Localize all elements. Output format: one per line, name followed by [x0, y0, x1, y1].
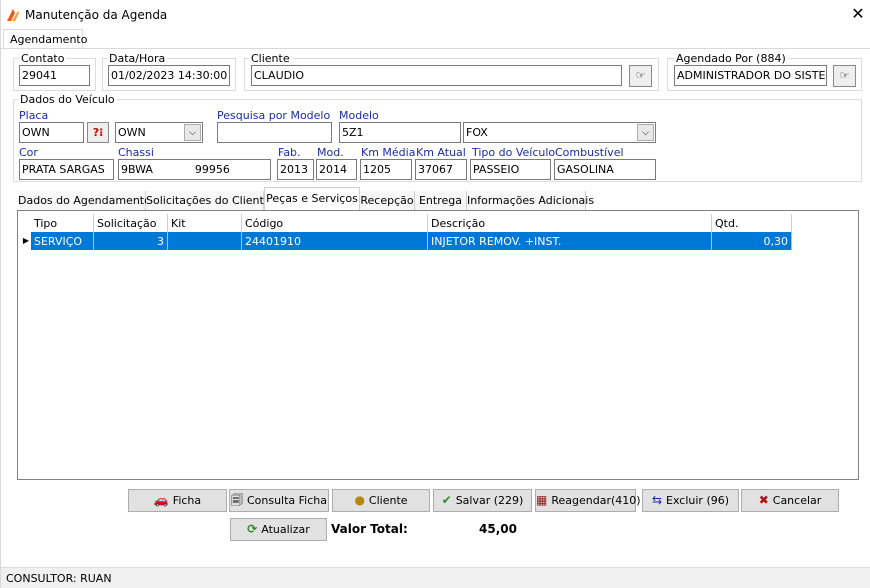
modelo-combo-value: FOX — [466, 126, 488, 139]
pointer-hand-icon: ☞ — [635, 69, 646, 82]
refresh-icon: ⟳ — [247, 522, 258, 536]
combustivel-label: Combustível — [555, 146, 624, 159]
fab-field[interactable]: 2013 — [277, 159, 314, 180]
placa-field[interactable]: OWN — [19, 122, 84, 143]
tab-divider — [1, 48, 870, 49]
mod-label: Mod. — [317, 146, 344, 159]
ficha-button[interactable]: 🚗 Ficha — [128, 489, 227, 512]
col-header-tipo[interactable]: Tipo — [31, 214, 94, 232]
tab-recepcao[interactable]: Recepção — [360, 191, 415, 210]
km-atual-field[interactable]: 37067 — [415, 159, 467, 180]
atualizar-button[interactable]: ⟳ Atualizar — [230, 518, 327, 541]
modelo-code-field[interactable]: 5Z1 — [339, 122, 461, 143]
chevron-down-icon[interactable]: ⌵ — [637, 124, 654, 141]
pesquisa-modelo-label: Pesquisa por Modelo — [217, 109, 331, 122]
cliente-search-button[interactable]: ☞ — [629, 65, 652, 87]
col-header-solicitacao[interactable]: Solicitação — [94, 214, 168, 232]
km-media-label: Km Média — [361, 146, 416, 159]
table-row[interactable]: ▶ SERVIÇO 3 24401910 INJETOR REMOV. +INS… — [21, 232, 792, 250]
cliente-button-label: Cliente — [368, 494, 408, 507]
cell-solicitacao[interactable]: 3 — [94, 232, 168, 250]
tipo-veiculo-label: Tipo do Veículo — [472, 146, 556, 159]
km-atual-label: Km Atual — [416, 146, 466, 159]
cliente-button[interactable]: ● Cliente — [332, 489, 430, 512]
tab-dados-agendamento[interactable]: Dados do Agendamento — [18, 191, 151, 210]
salvar-button[interactable]: ✔ Salvar (229) — [433, 489, 532, 512]
valor-total-label: Valor Total: — [331, 522, 408, 536]
km-media-field[interactable]: 1205 — [360, 159, 412, 180]
pointer-hand-icon: ☞ — [839, 69, 850, 82]
cor-field[interactable]: PRATA SARGAS — [19, 159, 114, 180]
ficha-button-label: Ficha — [172, 494, 202, 507]
chevron-down-icon[interactable]: ⌵ — [184, 124, 201, 141]
cancelar-button[interactable]: ✖ Cancelar — [741, 489, 839, 512]
papers-icon: 🗐 — [230, 493, 243, 507]
reagendar-button[interactable]: ▦ Reagendar(410) — [535, 489, 641, 512]
cancelar-button-label: Cancelar — [772, 494, 822, 507]
tab-entrega[interactable]: Entrega — [415, 191, 467, 210]
checkmark-icon: ✔ — [441, 493, 452, 507]
cell-tipo[interactable]: SERVIÇO — [31, 232, 94, 250]
close-icon[interactable]: ✕ — [849, 5, 867, 23]
person-icon: ● — [354, 493, 365, 507]
atualizar-button-label: Atualizar — [261, 523, 310, 536]
question-help-icon: ?⁝ — [92, 126, 104, 139]
calendar-icon: ▦ — [536, 493, 548, 507]
row-indicator-icon: ▶ — [21, 232, 31, 250]
salvar-button-label: Salvar (229) — [455, 494, 524, 507]
close-x-icon: ✖ — [758, 493, 769, 507]
placa-combo-value: OWN — [118, 126, 146, 139]
datahora-field[interactable]: 01/02/2023 14:30:00 — [108, 65, 230, 86]
placa-label: Placa — [19, 109, 49, 122]
tab-informacoes-adicionais[interactable]: Informações Adicionais — [467, 191, 594, 210]
excluir-button-label: Excluir (96) — [666, 494, 730, 507]
cell-codigo[interactable]: 24401910 — [242, 232, 428, 250]
modelo-label: Modelo — [339, 109, 379, 122]
title-bar: Manutenção da Agenda ✕ — [1, 0, 870, 30]
col-header-qtd[interactable]: Qtd. — [712, 214, 792, 232]
agendado-search-button[interactable]: ☞ — [833, 65, 856, 87]
col-header-kit[interactable]: Kit — [168, 214, 242, 232]
pesquisa-modelo-field[interactable] — [217, 122, 332, 143]
tab-solicitacoes-cliente[interactable]: Solicitações do Cliente — [146, 191, 271, 210]
contato-field[interactable]: 29041 — [19, 65, 90, 86]
col-header-descricao[interactable]: Descrição — [428, 214, 712, 232]
datahora-label: Data/Hora — [107, 52, 168, 65]
app-logo-icon — [7, 9, 19, 21]
cell-qtd[interactable]: 0,30 — [712, 232, 792, 250]
tab-pecas-servicos[interactable]: Peças e Serviços — [264, 187, 360, 210]
cor-label: Cor — [19, 146, 38, 159]
cell-kit[interactable] — [168, 232, 242, 250]
swap-arrows-icon: ⇆ — [651, 493, 663, 507]
consulta-ficha-button-label: Consulta Ficha — [246, 494, 328, 507]
chassi-label: Chassi — [118, 146, 154, 159]
cliente-label: Cliente — [249, 52, 292, 65]
combustivel-field[interactable]: GASOLINA — [554, 159, 656, 180]
cliente-field[interactable]: CLAUDIO — [251, 65, 622, 86]
window-title: Manutenção da Agenda — [25, 8, 168, 22]
fab-label: Fab. — [278, 146, 301, 159]
modelo-combo[interactable]: FOX ⌵ — [463, 122, 656, 143]
consulta-ficha-button[interactable]: 🗐 Consulta Ficha — [229, 489, 329, 512]
col-header-codigo[interactable]: Código — [242, 214, 428, 232]
veiculo-group-label: Dados do Veículo — [18, 93, 117, 106]
agenda-window: Manutenção da Agenda ✕ Agendamento Conta… — [0, 0, 870, 588]
cell-descricao[interactable]: INJETOR REMOV. +INST. — [428, 232, 712, 250]
valor-total-value: 45,00 — [479, 522, 517, 536]
pecas-servicos-grid[interactable]: Tipo Solicitação Kit Código Descrição Qt… — [17, 210, 859, 480]
placa-combo[interactable]: OWN ⌵ — [115, 122, 203, 143]
reagendar-button-label: Reagendar(410) — [551, 494, 641, 507]
tipo-veiculo-field[interactable]: PASSEIO — [470, 159, 551, 180]
tab-agendamento[interactable]: Agendamento — [3, 29, 87, 49]
contato-label: Contato — [19, 52, 67, 65]
agendado-field[interactable]: ADMINISTRADOR DO SISTEMA — [674, 65, 827, 86]
status-bar: CONSULTOR: RUAN — [1, 567, 870, 588]
agendado-label: Agendado Por (884) — [674, 52, 788, 65]
mod-field[interactable]: 2014 — [316, 159, 357, 180]
excluir-button[interactable]: ⇆ Excluir (96) — [642, 489, 739, 512]
chassi-field[interactable]: 9BWA 99956 — [118, 159, 271, 180]
car-icon: 🚗 — [153, 493, 169, 507]
placa-help-button[interactable]: ?⁝ — [87, 122, 109, 143]
